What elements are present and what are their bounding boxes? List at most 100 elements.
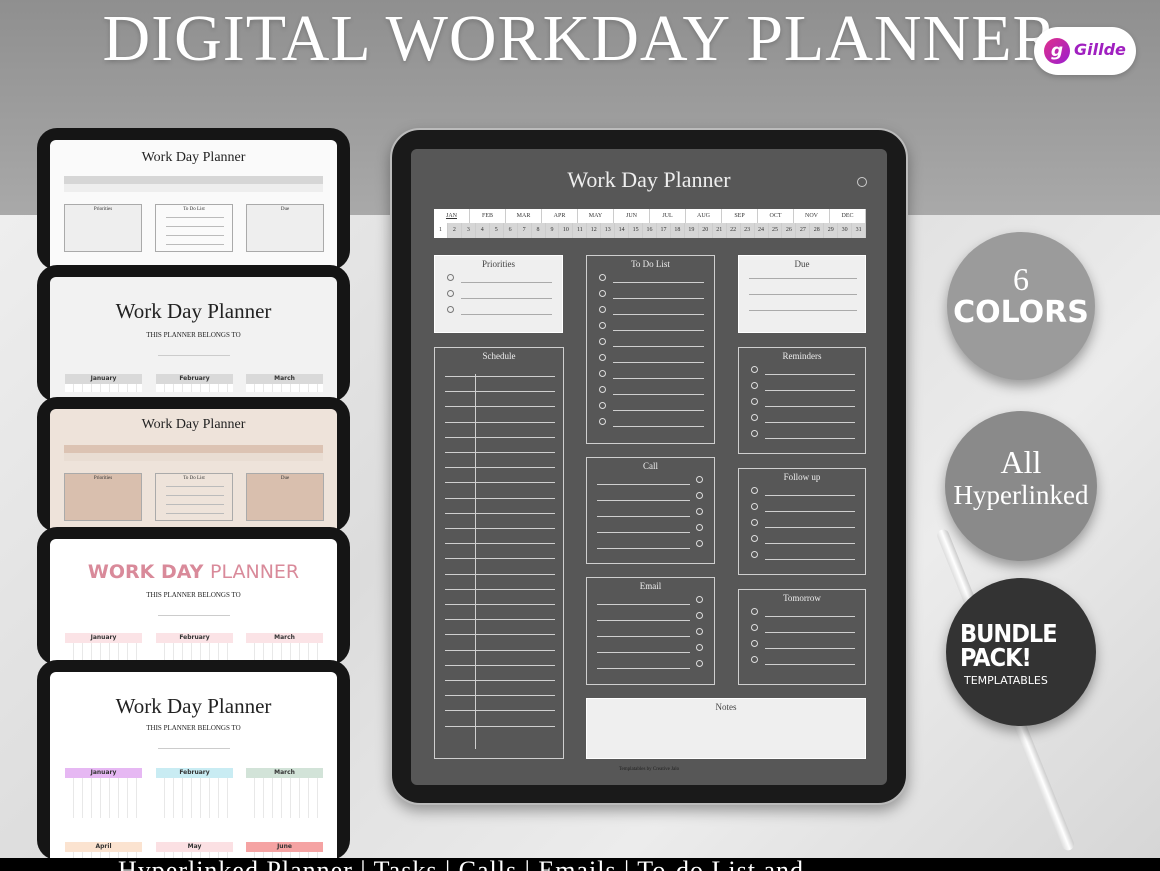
section-notes[interactable]: Notes <box>586 698 866 759</box>
divider <box>475 374 476 749</box>
checkbox-icon[interactable] <box>447 290 454 297</box>
checkbox-icon[interactable] <box>696 660 703 667</box>
day-tab[interactable]: 23 <box>741 223 755 238</box>
day-tab[interactable]: 5 <box>490 223 504 238</box>
day-tab[interactable]: 22 <box>727 223 741 238</box>
day-tab[interactable]: 10 <box>559 223 574 238</box>
day-tab[interactable]: 27 <box>796 223 811 238</box>
checkbox-icon[interactable] <box>599 338 606 345</box>
gear-icon[interactable] <box>857 177 867 187</box>
checkbox-icon[interactable] <box>447 306 454 313</box>
day-tab[interactable]: 12 <box>587 223 602 238</box>
section-tomorrow[interactable]: Tomorrow <box>738 589 866 685</box>
checkbox-icon[interactable] <box>599 370 606 377</box>
section-todo[interactable]: To Do List <box>586 255 715 444</box>
day-tab[interactable]: 3 <box>462 223 476 238</box>
checkbox-icon[interactable] <box>751 640 758 647</box>
checkbox-icon[interactable] <box>696 492 703 499</box>
day-tab[interactable]: 8 <box>532 223 546 238</box>
day-tab[interactable]: 31 <box>852 223 867 238</box>
day-tab[interactable]: 13 <box>601 223 616 238</box>
day-tab[interactable]: 28 <box>810 223 825 238</box>
checkbox-icon[interactable] <box>751 551 758 558</box>
day-tab[interactable]: 21 <box>713 223 727 238</box>
checkbox-icon[interactable] <box>599 354 606 361</box>
section-schedule[interactable]: Schedule <box>434 347 564 759</box>
day-tab[interactable]: 7 <box>518 223 532 238</box>
checkbox-icon[interactable] <box>696 524 703 531</box>
day-tab[interactable]: 20 <box>699 223 713 238</box>
line <box>445 573 555 575</box>
month-tab[interactable]: MAR <box>506 209 542 223</box>
preview-belongs: THIS PLANNER BELONGS TO <box>146 724 241 732</box>
checkbox-icon[interactable] <box>599 322 606 329</box>
day-tab[interactable]: 30 <box>838 223 853 238</box>
checkbox-icon[interactable] <box>599 274 606 281</box>
checkbox-icon[interactable] <box>696 644 703 651</box>
month-tab[interactable]: JUL <box>650 209 686 223</box>
day-tab[interactable]: 18 <box>671 223 685 238</box>
checkbox-icon[interactable] <box>696 508 703 515</box>
month-tab[interactable]: NOV <box>794 209 830 223</box>
preview-month-header: January <box>65 374 142 384</box>
checkbox-icon[interactable] <box>599 386 606 393</box>
checkbox-icon[interactable] <box>751 519 758 526</box>
day-tab[interactable]: 1 <box>434 223 448 238</box>
month-tab[interactable]: APR <box>542 209 578 223</box>
checkbox-icon[interactable] <box>696 596 703 603</box>
checkbox-icon[interactable] <box>751 608 758 615</box>
month-tab[interactable]: MAY <box>578 209 614 223</box>
checkbox-icon[interactable] <box>751 535 758 542</box>
line <box>445 710 555 712</box>
month-tab[interactable]: DEC <box>830 209 866 223</box>
checkbox-icon[interactable] <box>599 306 606 313</box>
checkbox-icon[interactable] <box>751 487 758 494</box>
checkbox-icon[interactable] <box>599 418 606 425</box>
day-tab[interactable]: 26 <box>782 223 797 238</box>
section-priorities[interactable]: Priorities <box>434 255 563 333</box>
day-tab[interactable]: 14 <box>615 223 630 238</box>
day-tab[interactable]: 11 <box>573 223 588 238</box>
month-tab[interactable]: FEB <box>470 209 506 223</box>
day-tab[interactable]: 16 <box>643 223 657 238</box>
line <box>613 298 704 299</box>
checkbox-icon[interactable] <box>696 476 703 483</box>
checkbox-icon[interactable] <box>447 274 454 281</box>
section-followup[interactable]: Follow up <box>738 468 866 575</box>
badge-bundle: BUNDLE PACK! TEMPLATABLES <box>946 578 1096 726</box>
day-tab[interactable]: 19 <box>685 223 699 238</box>
checkbox-icon[interactable] <box>751 503 758 510</box>
checkbox-icon[interactable] <box>751 366 758 373</box>
line <box>445 376 555 377</box>
checkbox-icon[interactable] <box>599 402 606 409</box>
day-tab[interactable]: 29 <box>824 223 839 238</box>
day-tab[interactable]: 4 <box>476 223 490 238</box>
section-call[interactable]: Call <box>586 457 715 564</box>
day-tab[interactable]: 17 <box>657 223 671 238</box>
checkbox-icon[interactable] <box>751 624 758 631</box>
month-tab[interactable]: OCT <box>758 209 794 223</box>
section-reminders[interactable]: Reminders <box>738 347 866 454</box>
preview-month-header: February <box>156 374 233 384</box>
day-tab[interactable]: 2 <box>448 223 462 238</box>
day-tab[interactable]: 9 <box>546 223 560 238</box>
checkbox-icon[interactable] <box>751 382 758 389</box>
checkbox-icon[interactable] <box>751 430 758 437</box>
section-due[interactable]: Due <box>738 255 866 333</box>
checkbox-icon[interactable] <box>751 414 758 421</box>
month-tab[interactable]: AUG <box>686 209 722 223</box>
day-tab[interactable]: 24 <box>755 223 769 238</box>
checkbox-icon[interactable] <box>696 612 703 619</box>
month-tab[interactable]: JUN <box>614 209 650 223</box>
day-tab[interactable]: 6 <box>504 223 518 238</box>
checkbox-icon[interactable] <box>751 656 758 663</box>
month-tab[interactable]: JAN <box>434 209 470 223</box>
checkbox-icon[interactable] <box>696 628 703 635</box>
checkbox-icon[interactable] <box>599 290 606 297</box>
day-tab[interactable]: 25 <box>769 223 783 238</box>
month-tab[interactable]: SEP <box>722 209 758 223</box>
checkbox-icon[interactable] <box>751 398 758 405</box>
section-email[interactable]: Email <box>586 577 715 685</box>
checkbox-icon[interactable] <box>696 540 703 547</box>
day-tab[interactable]: 15 <box>629 223 644 238</box>
